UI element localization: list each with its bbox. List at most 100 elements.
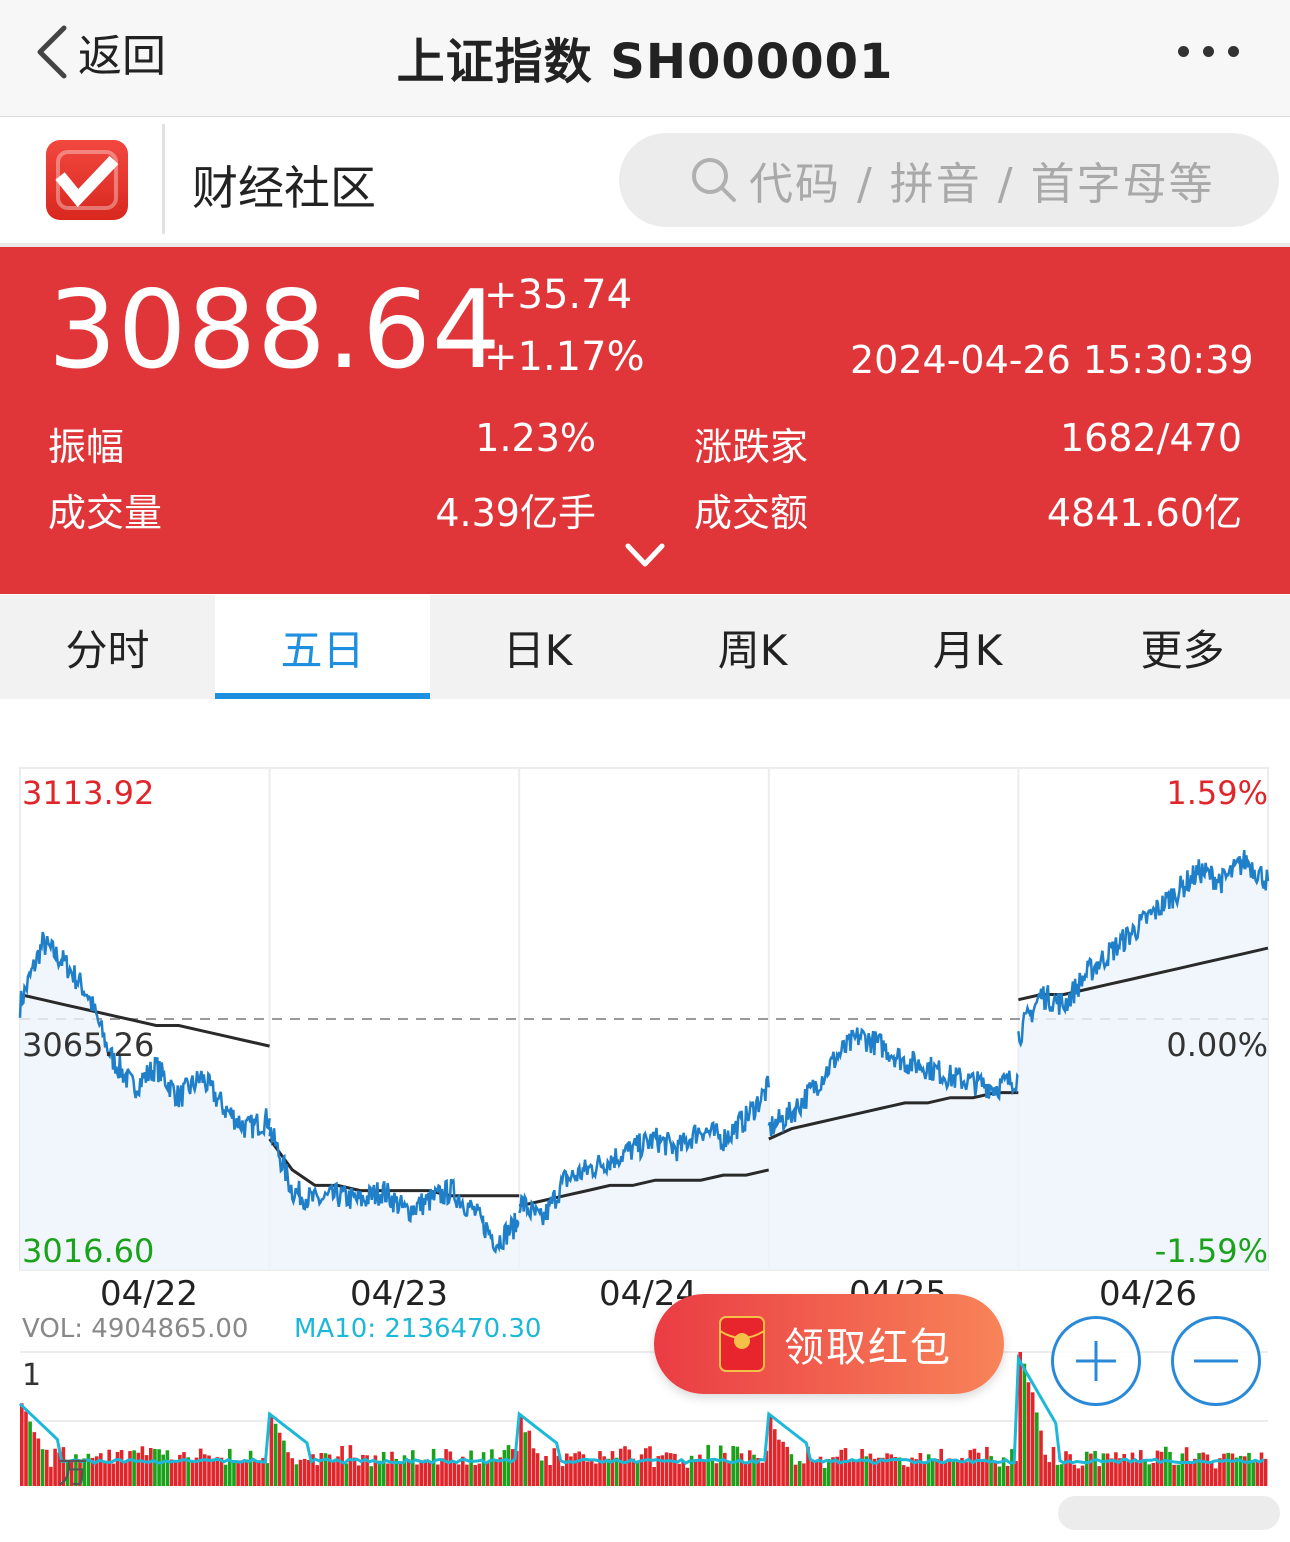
volume-bar <box>1263 1458 1268 1486</box>
volume-bar <box>469 1450 473 1486</box>
volume-bar <box>885 1453 889 1486</box>
minus-icon[interactable] <box>1171 1316 1261 1406</box>
volume-bar <box>1114 1452 1118 1486</box>
volume-bar <box>727 1461 731 1486</box>
volume-bar <box>714 1463 719 1486</box>
volume-bar <box>398 1463 403 1486</box>
volume-bar <box>319 1453 324 1486</box>
volume-bar <box>739 1453 744 1486</box>
volume-bar <box>669 1453 673 1486</box>
volume-bar <box>735 1446 740 1486</box>
volume-bar <box>103 1461 107 1486</box>
volume-bar <box>565 1453 569 1486</box>
volume-bar <box>731 1446 735 1486</box>
volume-bar <box>440 1458 444 1486</box>
volume-bar <box>232 1461 236 1486</box>
y-min-label: 3016.60 <box>22 1232 155 1270</box>
volume-bar <box>685 1467 690 1486</box>
community-title[interactable]: 财经社区 <box>192 152 376 218</box>
volume-bar <box>132 1450 136 1486</box>
tab-intraday[interactable]: 分时 <box>0 595 215 699</box>
volume-bar <box>1126 1460 1131 1486</box>
volume-bar <box>1213 1468 1218 1486</box>
divider <box>162 124 165 234</box>
volume-bar <box>294 1464 299 1486</box>
volume-bar <box>972 1448 977 1486</box>
volume-bar <box>253 1461 257 1486</box>
volume-bar <box>1209 1461 1214 1486</box>
volume-bar <box>344 1463 349 1486</box>
volume-bar <box>1060 1464 1064 1486</box>
volume-bar <box>411 1450 415 1486</box>
volume-bar <box>856 1459 860 1486</box>
volume-bar <box>623 1446 627 1486</box>
search-icon <box>692 158 736 202</box>
tab-more[interactable]: 更多 <box>1075 595 1290 699</box>
volume-bar <box>36 1438 41 1486</box>
volume-bar <box>768 1416 773 1486</box>
volume-bar <box>1251 1462 1255 1486</box>
volume-bar <box>931 1458 935 1486</box>
volume-bar <box>1005 1465 1010 1486</box>
volume-bar <box>1093 1451 1097 1486</box>
volume-bar <box>277 1432 282 1486</box>
tab-five-day[interactable]: 五日 <box>215 595 430 699</box>
tab-monthly-k[interactable]: 月K <box>860 595 1075 699</box>
turnover-label: 成交额 <box>694 491 809 535</box>
volume-bar <box>560 1466 565 1486</box>
search-input[interactable]: 代码 / 拼音 / 首字母等 <box>619 133 1279 227</box>
volume-bar <box>1072 1464 1077 1486</box>
volume-bar <box>448 1451 453 1486</box>
more-dots-icon[interactable] <box>1178 36 1258 66</box>
v-logo-icon[interactable] <box>46 140 128 220</box>
volume-bar <box>149 1448 153 1486</box>
volume-bar <box>1014 1461 1018 1486</box>
volume-bar <box>1151 1463 1156 1486</box>
volume-bar <box>993 1460 997 1486</box>
volume-bar <box>951 1461 956 1486</box>
volume-bar <box>1143 1460 1147 1486</box>
volume-bar <box>802 1463 806 1486</box>
tab-daily-k[interactable]: 日K <box>430 595 645 699</box>
volume-bar <box>1226 1452 1230 1486</box>
volume-bar <box>315 1465 319 1486</box>
volume-bar <box>419 1462 423 1486</box>
quote-time: 2024-04-26 15:30:39 <box>850 338 1254 382</box>
volume-bar <box>523 1432 527 1486</box>
volume-bar <box>332 1460 336 1486</box>
volume-bar <box>32 1432 37 1486</box>
volume-bar <box>1076 1468 1081 1486</box>
plus-icon[interactable] <box>1051 1316 1141 1406</box>
volume-bar <box>473 1464 477 1486</box>
volume-bar <box>810 1460 814 1486</box>
pct-min-label: -1.59% <box>1154 1232 1268 1270</box>
volume-bar <box>1180 1453 1185 1486</box>
volume-bar <box>585 1461 590 1486</box>
volume-bar <box>793 1464 798 1486</box>
volume-bar <box>918 1453 923 1486</box>
volume-bar <box>718 1445 723 1486</box>
volume-bar <box>893 1457 898 1486</box>
volume-bar <box>228 1448 232 1486</box>
volume-bar <box>452 1462 457 1486</box>
volume-bar <box>20 1403 24 1486</box>
chevron-down-icon[interactable] <box>624 540 666 574</box>
volume-bar <box>706 1444 710 1486</box>
red-packet-label: 领取红包 <box>784 1325 952 1371</box>
volume-bar <box>173 1460 178 1486</box>
volume-bar <box>594 1463 598 1486</box>
tab-weekly-k[interactable]: 周K <box>645 595 860 699</box>
red-packet-button[interactable]: 领取红包 <box>654 1294 1004 1394</box>
volume-bar <box>415 1464 419 1486</box>
volume-bar <box>627 1449 631 1486</box>
price-area <box>20 932 270 1270</box>
current-price: 3088.64 <box>48 268 502 393</box>
volume-bar <box>1101 1453 1106 1486</box>
volume-bar <box>906 1466 910 1486</box>
volume-bar <box>648 1446 652 1486</box>
volume-bar <box>673 1453 677 1486</box>
volume-bar <box>1130 1452 1135 1486</box>
price-area <box>519 1076 769 1270</box>
volume-bar <box>748 1450 752 1486</box>
volume-bar <box>307 1460 311 1486</box>
